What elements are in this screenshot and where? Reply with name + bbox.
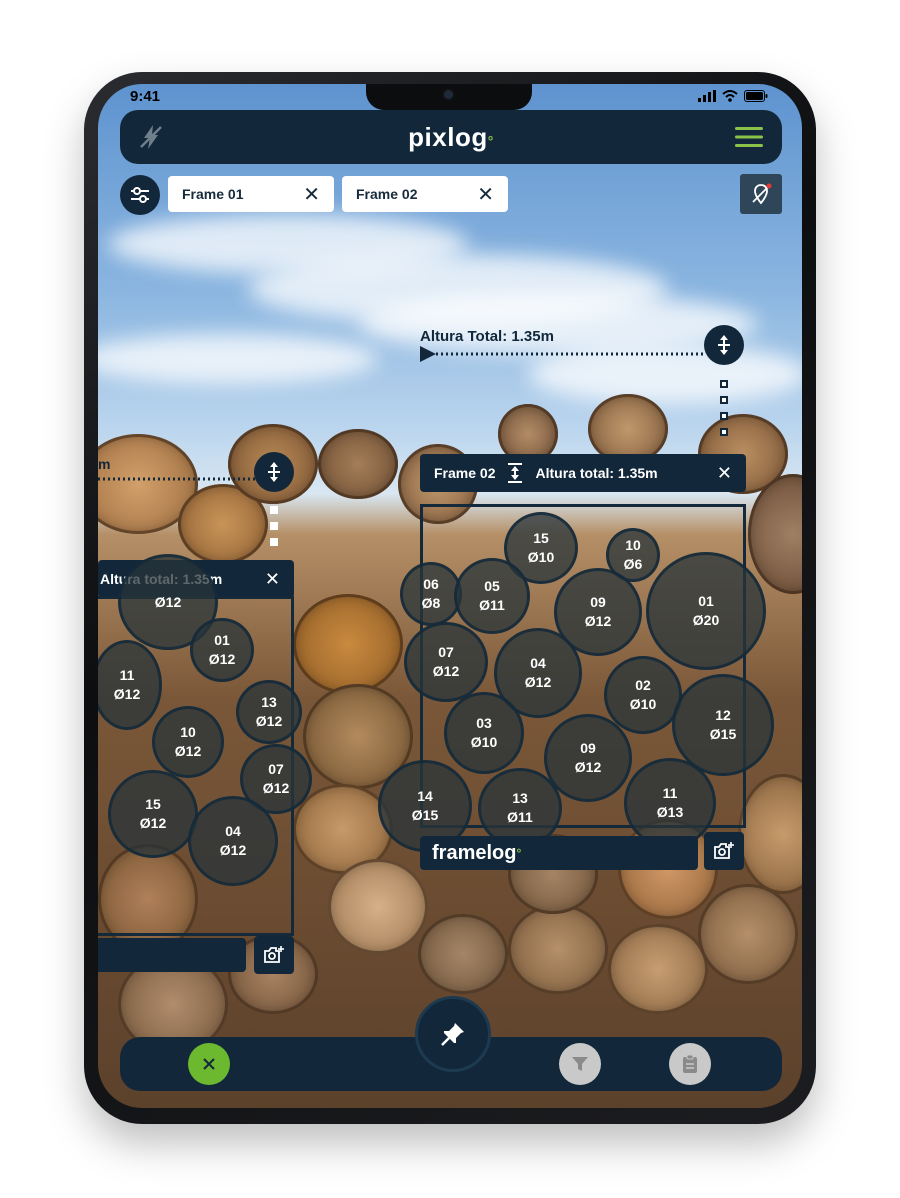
pin-button[interactable] — [415, 996, 491, 1072]
close-icon — [203, 1058, 215, 1070]
log-marker[interactable]: 06 Ø8 — [400, 562, 462, 626]
vertical-resize-icon — [268, 462, 280, 482]
wifi-icon — [722, 90, 738, 102]
close-tab-icon[interactable]: ✕ — [303, 182, 320, 207]
log-marker[interactable]: 04 Ø12 — [188, 796, 278, 886]
log-marker[interactable]: 13 Ø12 — [236, 680, 302, 744]
hamburger-menu-icon — [735, 127, 763, 147]
close-frame-icon[interactable]: ✕ — [265, 569, 280, 590]
battery-icon — [744, 90, 768, 102]
close-frame-icon[interactable]: ✕ — [717, 463, 732, 484]
log-marker[interactable]: 03 Ø10 — [444, 692, 524, 774]
frame-01-resize-handles[interactable] — [270, 506, 278, 546]
frame-02-height: Altura total: 1.35m — [535, 465, 658, 481]
filter-settings-button[interactable] — [120, 175, 160, 215]
log-marker[interactable]: 15 Ø12 — [108, 770, 198, 858]
sliders-icon — [131, 187, 149, 203]
log-marker[interactable]: 01 Ø12 — [190, 618, 254, 682]
status-icons — [698, 90, 768, 102]
tab-label: Frame 01 — [182, 186, 244, 202]
vertical-resize-icon — [718, 335, 730, 355]
frame-01-height-handle[interactable] — [254, 452, 294, 492]
tab-frame-02[interactable]: Frame 02 ✕ — [342, 176, 508, 212]
funnel-icon — [572, 1057, 588, 1071]
pixlog-logo: pixlog° — [408, 122, 494, 152]
height-icon — [508, 463, 523, 483]
resize-handles[interactable] — [720, 380, 728, 436]
frame-01-side-text: m — [98, 456, 111, 472]
status-time: 9:41 — [130, 88, 161, 105]
camera-add-icon — [714, 842, 734, 859]
log-marker[interactable]: 05 Ø11 — [454, 558, 530, 634]
frame-01-footer — [98, 938, 246, 972]
sort-button[interactable] — [559, 1043, 601, 1085]
height-measure-label: Altura Total: 1.35m — [420, 328, 554, 345]
log-marker[interactable]: 01 Ø20 — [646, 552, 766, 670]
front-camera — [444, 90, 453, 99]
clipboard-icon — [683, 1054, 697, 1073]
frame-01-measure-line — [98, 477, 258, 481]
signal-icon — [698, 90, 716, 102]
log-marker[interactable]: 10 Ø12 — [152, 706, 224, 778]
location-off-icon — [752, 183, 772, 205]
log-marker[interactable]: 11 Ø13 — [624, 758, 716, 848]
height-adjust-handle[interactable] — [704, 325, 744, 365]
cancel-button[interactable] — [188, 1043, 230, 1085]
frame-02-footer: framelog ° — [420, 836, 698, 870]
location-off-button[interactable] — [740, 174, 782, 214]
camera-add-icon — [264, 946, 284, 963]
tab-label: Frame 02 — [356, 186, 418, 202]
frame-01-capture-button[interactable] — [254, 936, 294, 974]
pin-icon — [441, 1023, 464, 1046]
tab-frame-01[interactable]: Frame 01 ✕ — [168, 176, 334, 212]
log-marker[interactable]: 02 Ø10 — [604, 656, 682, 734]
menu-button[interactable] — [734, 124, 764, 150]
app-screen: 9:41 pixlog° Frame 01 ✕ Frame 02 ✕ Altur… — [98, 84, 802, 1108]
measure-line — [420, 346, 706, 362]
log-marker[interactable]: 07 Ø12 — [404, 622, 488, 702]
frame-02-header: Frame 02 Altura total: 1.35m ✕ — [420, 454, 746, 492]
close-tab-icon[interactable]: ✕ — [477, 182, 494, 207]
top-bar: pixlog° — [120, 110, 782, 164]
framelog-logo: framelog — [432, 841, 517, 864]
frame-02-title: Frame 02 — [434, 465, 496, 481]
frame-02-capture-button[interactable] — [704, 832, 744, 870]
report-button[interactable] — [669, 1043, 711, 1085]
